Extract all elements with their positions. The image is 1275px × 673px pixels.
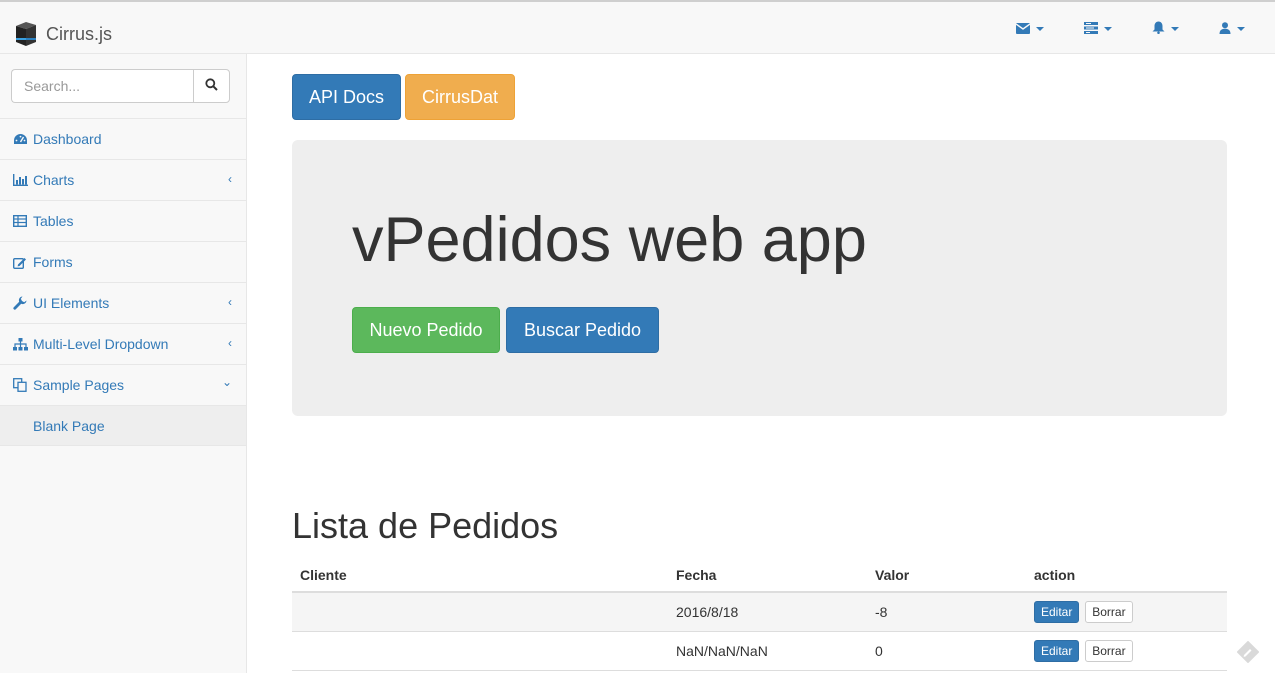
table-row: NaN/NaN/NaN 0 Editar Borrar xyxy=(292,631,1227,671)
column-header-valor: Valor xyxy=(867,558,1026,593)
sidebar-subitem-label: Blank Page xyxy=(33,417,105,434)
api-docs-button[interactable]: API Docs xyxy=(292,74,401,120)
sidebar-item-forms[interactable]: Forms xyxy=(0,242,246,283)
cell-action: Editar Borrar xyxy=(1026,631,1227,671)
dashboard-icon xyxy=(12,131,28,147)
sidebar-item-charts[interactable]: Charts ‹ xyxy=(0,160,246,201)
chevron-left-icon: ‹ xyxy=(228,336,232,350)
table-row: 2016/8/18 -8 Editar Borrar xyxy=(292,592,1227,632)
sitemap-icon xyxy=(12,336,28,352)
cell-cliente xyxy=(292,592,668,632)
sidebar: Dashboard Charts ‹ Tables Forms UI Eleme… xyxy=(0,54,247,673)
chevron-left-icon: ‹ xyxy=(228,295,232,309)
edit-icon xyxy=(12,254,28,270)
messages-dropdown[interactable] xyxy=(1015,20,1044,38)
user-dropdown[interactable] xyxy=(1219,20,1245,38)
sidebar-item-label: Multi-Level Dropdown xyxy=(33,336,169,352)
search-icon xyxy=(205,78,218,94)
delete-button[interactable]: Borrar xyxy=(1085,600,1133,623)
top-navbar: Cirrus.js xyxy=(0,0,1275,54)
sidebar-item-multi-level-dropdown[interactable]: Multi-Level Dropdown ‹ xyxy=(0,324,246,365)
sidebar-item-sample-pages[interactable]: Sample Pages ⌄ xyxy=(0,365,246,406)
orders-table: Cliente Fecha Valor action 2016/8/18 -8 … xyxy=(292,558,1227,671)
search-input[interactable] xyxy=(11,69,193,103)
caret-down-icon xyxy=(1237,27,1245,31)
tasks-icon xyxy=(1084,21,1098,37)
orders-list-title: Lista de Pedidos xyxy=(292,505,559,546)
chevron-left-icon: ‹ xyxy=(228,172,232,186)
cell-valor: 0 xyxy=(867,631,1026,671)
cell-fecha: NaN/NaN/NaN xyxy=(668,631,867,671)
caret-down-icon xyxy=(1104,27,1112,31)
sidebar-item-label: Charts xyxy=(33,172,75,188)
column-header-fecha: Fecha xyxy=(668,558,867,593)
edit-button[interactable]: Editar xyxy=(1034,600,1080,623)
search-order-button[interactable]: Buscar Pedido xyxy=(506,307,659,353)
cell-valor: -8 xyxy=(867,592,1026,632)
caret-down-icon xyxy=(1171,27,1179,31)
brand-name: Cirrus.js xyxy=(46,23,112,44)
sidebar-item-label: Forms xyxy=(33,254,73,270)
chevron-down-icon: ⌄ xyxy=(221,375,232,389)
new-order-button[interactable]: Nuevo Pedido xyxy=(352,307,500,353)
cell-fecha: 2016/8/18 xyxy=(668,592,867,632)
search-button[interactable] xyxy=(193,69,230,103)
bell-icon xyxy=(1152,21,1165,37)
sidebar-item-label: Tables xyxy=(33,213,74,229)
cirrusdat-button[interactable]: CirrusDat xyxy=(405,74,515,120)
sidebar-item-label: Sample Pages xyxy=(33,377,125,393)
wrench-icon xyxy=(12,295,28,311)
column-header-cliente: Cliente xyxy=(292,558,668,593)
user-icon xyxy=(1219,21,1231,37)
sidebar-item-dashboard[interactable]: Dashboard xyxy=(0,119,246,160)
page-title: vPedidos web app xyxy=(352,205,867,275)
table-header-row: Cliente Fecha Valor action xyxy=(292,558,1227,593)
envelope-icon xyxy=(1015,21,1031,37)
sidebar-subitem-blank-page[interactable]: Blank Page xyxy=(0,406,246,446)
edit-button[interactable]: Editar xyxy=(1034,639,1080,662)
sidebar-item-tables[interactable]: Tables xyxy=(0,201,246,242)
brand[interactable]: Cirrus.js xyxy=(12,18,112,50)
sidebar-search xyxy=(0,54,246,119)
tasks-dropdown[interactable] xyxy=(1084,20,1112,38)
navbar-right xyxy=(1015,20,1245,38)
cell-cliente xyxy=(292,631,668,671)
cell-action: Editar Borrar xyxy=(1026,592,1227,632)
bar-chart-icon xyxy=(12,172,28,188)
caret-down-icon xyxy=(1036,27,1044,31)
jumbotron: vPedidos web app Nuevo Pedido Buscar Ped… xyxy=(292,140,1227,416)
main-content: API Docs CirrusDat vPedidos web app Nuev… xyxy=(247,54,1275,673)
pencil-badge-icon[interactable] xyxy=(1236,640,1260,664)
brand-logo-icon xyxy=(12,20,38,48)
sidebar-item-label: UI Elements xyxy=(33,295,110,311)
delete-button[interactable]: Borrar xyxy=(1085,639,1133,662)
column-header-action: action xyxy=(1026,558,1227,593)
alerts-dropdown[interactable] xyxy=(1152,20,1179,38)
sidebar-item-ui-elements[interactable]: UI Elements ‹ xyxy=(0,283,246,324)
table-icon xyxy=(12,213,28,229)
files-icon xyxy=(12,377,28,393)
sidebar-item-label: Dashboard xyxy=(33,131,102,147)
